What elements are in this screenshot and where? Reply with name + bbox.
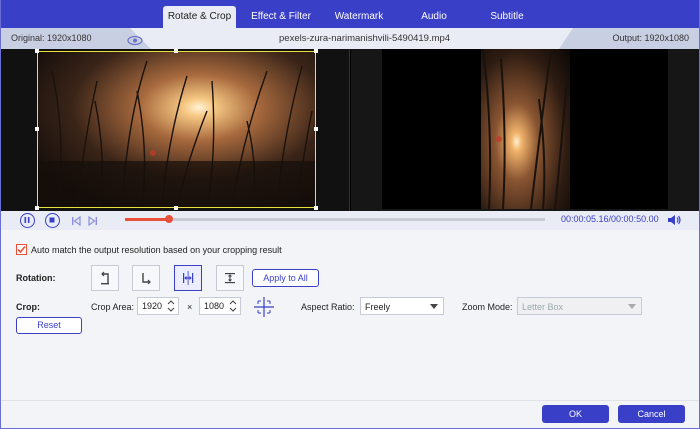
output-video-frame (481, 49, 570, 209)
ok-button[interactable]: OK (542, 405, 609, 423)
stepper-arrows-icon[interactable] (166, 298, 176, 314)
crop-handle-bottom-left[interactable] (35, 206, 39, 210)
crop-height-stepper[interactable]: 1080 (199, 297, 241, 315)
rotate-right-icon (142, 273, 151, 285)
flip-horizontal-icon (183, 271, 194, 285)
timeline-slider[interactable] (125, 215, 545, 223)
flip-horizontal-button[interactable] (174, 265, 202, 291)
chevron-down-icon (430, 304, 438, 309)
info-bar: Original: 1920x1080 pexels-zura-narimani… (1, 28, 699, 49)
pause-button[interactable] (20, 213, 35, 228)
crop-selection-box[interactable] (37, 51, 316, 208)
rotate-left-button[interactable] (91, 265, 119, 291)
crop-handle-bottom[interactable] (174, 206, 178, 210)
timeline-knob[interactable] (164, 215, 173, 223)
crop-handle-top-right[interactable] (314, 49, 318, 53)
crop-times-sign: × (187, 302, 193, 312)
settings-panel (1, 230, 699, 400)
crop-area-label: Crop Area: (91, 302, 135, 312)
aspect-ratio-value: Freely (365, 302, 391, 312)
flip-vertical-button[interactable] (216, 265, 244, 291)
tab-watermark[interactable]: Watermark (327, 6, 391, 28)
rotate-right-button[interactable] (132, 265, 160, 291)
rotation-label: Rotation: (16, 273, 56, 283)
auto-match-label: Auto match the output resolution based o… (31, 245, 282, 255)
crop-width-value: 1920 (142, 301, 163, 311)
crop-handle-top[interactable] (174, 49, 178, 53)
tab-rotate-crop[interactable]: Rotate & Crop (163, 6, 236, 28)
tab-bar: Rotate & Crop Effect & Filter Watermark … (1, 0, 699, 28)
aspect-ratio-select[interactable]: Freely (360, 297, 444, 315)
crop-height-value: 1080 (204, 301, 225, 311)
crop-handle-top-left[interactable] (35, 49, 39, 53)
cancel-button[interactable]: Cancel (618, 405, 685, 423)
zoom-mode-select: Letter Box (517, 297, 642, 315)
timecode: 00:00:05.16/00:00:50.00 (561, 214, 659, 224)
stop-button[interactable] (45, 213, 60, 228)
zoom-mode-label: Zoom Mode: (462, 302, 513, 312)
zoom-mode-value: Letter Box (522, 302, 564, 312)
playback-controls: 00:00:05.16/00:00:50.00 (1, 211, 699, 230)
tab-effect-filter[interactable]: Effect & Filter (245, 6, 317, 28)
stepper-arrows-icon[interactable] (228, 298, 238, 314)
tab-subtitle[interactable]: Subtitle (481, 6, 533, 28)
output-preview (351, 49, 699, 211)
chevron-down-icon (628, 304, 636, 309)
timeline-progress (125, 218, 169, 221)
file-name: pexels-zura-narimanishvili-5490419.mp4 (279, 33, 451, 44)
reset-button[interactable]: Reset (16, 317, 82, 334)
eye-icon[interactable] (127, 33, 143, 46)
crop-width-stepper[interactable]: 1920 (137, 297, 179, 315)
video-preview-area (1, 49, 699, 211)
rotate-left-icon (101, 271, 109, 285)
crop-label: Crop: (16, 302, 40, 312)
crop-handle-bottom-right[interactable] (314, 206, 318, 210)
apply-to-all-button[interactable]: Apply to All (252, 269, 319, 287)
source-preview (1, 49, 350, 211)
output-resolution: Output: 1920x1080 (612, 33, 689, 43)
crop-handle-right[interactable] (314, 127, 318, 131)
original-resolution: Original: 1920x1080 (11, 33, 92, 43)
crop-handle-left[interactable] (35, 127, 39, 131)
auto-match-checkbox[interactable] (16, 244, 27, 255)
aspect-ratio-label: Aspect Ratio: (301, 302, 355, 312)
tab-audio[interactable]: Audio (411, 6, 457, 28)
flip-vertical-icon (225, 273, 235, 284)
center-crop-icon[interactable] (252, 295, 276, 324)
